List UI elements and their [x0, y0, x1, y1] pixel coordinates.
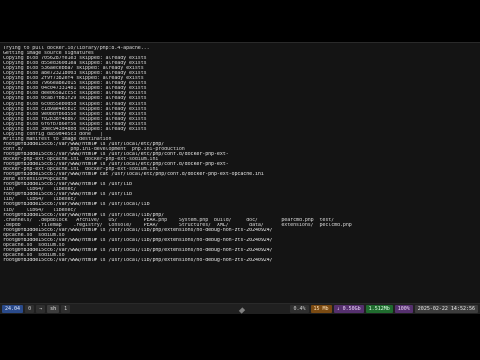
status-datetime: 2025-02-22 14:52:56: [414, 305, 478, 313]
status-battery: 100%: [394, 305, 413, 313]
status-arrow-icon: →: [36, 305, 46, 313]
status-window-name[interactable]: sh: [47, 305, 60, 313]
status-cpu: 0.4%: [290, 305, 309, 313]
terminal-output[interactable]: Trying to pull docker.io/library/php:8.4…: [0, 42, 480, 304]
status-window-index[interactable]: 1: [61, 305, 71, 313]
screen: Trying to pull docker.io/library/php:8.4…: [0, 0, 480, 360]
status-net-down: ↓ 0.50Gb: [333, 305, 364, 313]
status-net-up: 1.512Mb: [365, 305, 393, 313]
terminal-line: root@0f83dde15cc6:/var/www/html# ls /usr…: [3, 257, 273, 263]
status-memory: 15 Mb: [310, 305, 332, 313]
status-session-index: 0: [25, 305, 35, 313]
status-os-version: 24.04: [2, 305, 24, 313]
